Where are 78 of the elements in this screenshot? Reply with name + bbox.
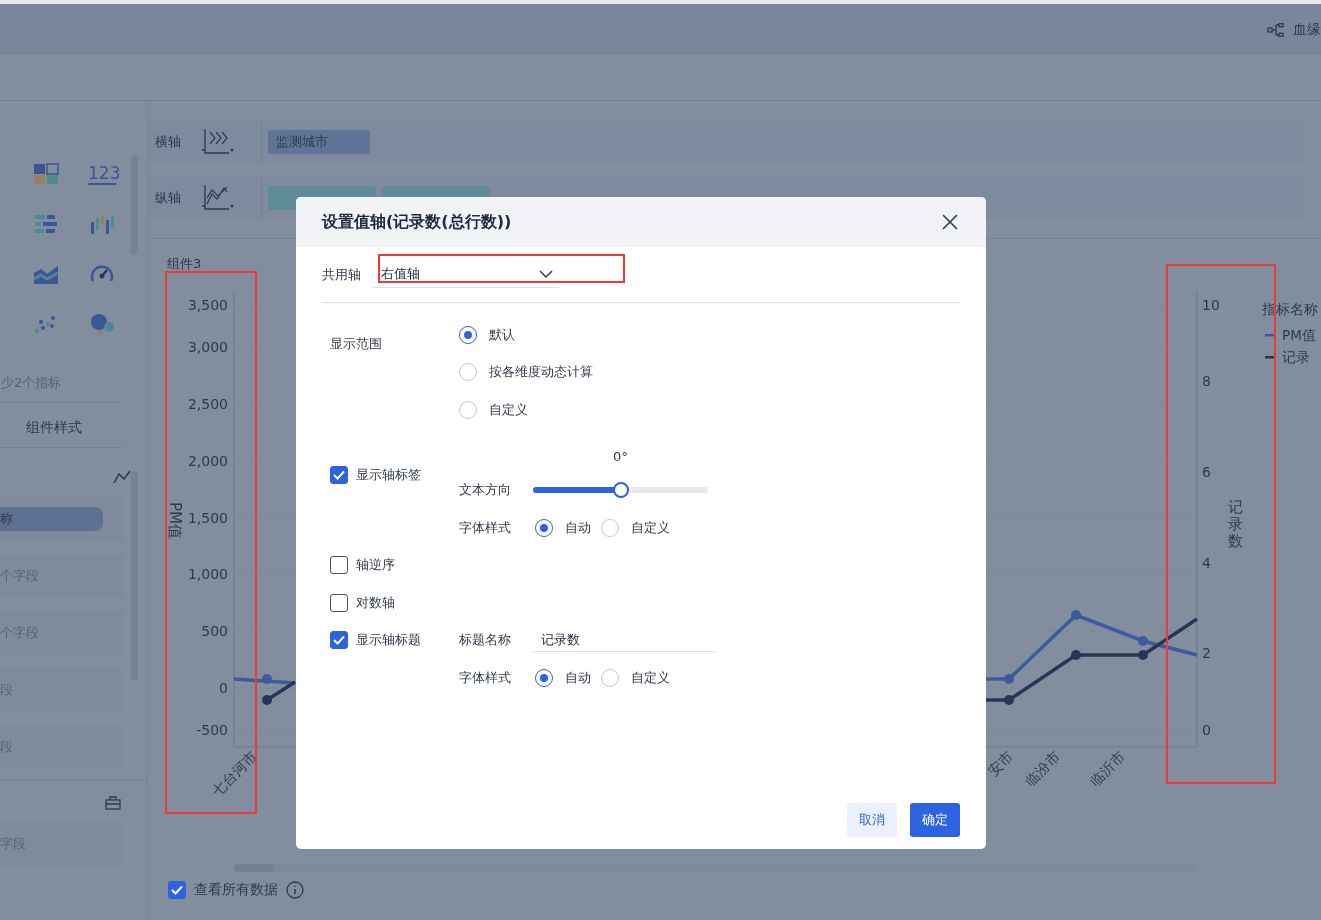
category-label: 安市 — [985, 747, 1017, 779]
checkbox[interactable] — [330, 466, 348, 485]
category-label: 临汾市 — [1022, 747, 1064, 789]
axis-tick-label: 10 — [1202, 297, 1220, 313]
axis-title: PM值 — [166, 502, 184, 539]
checkbox[interactable] — [330, 556, 348, 575]
x-axis-icon[interactable] — [201, 128, 235, 156]
line-chart-icon[interactable] — [113, 470, 131, 484]
checkbox-option[interactable]: 显示轴标签 — [330, 456, 459, 494]
category-label: 七台河市 — [209, 747, 261, 799]
radio-button[interactable] — [459, 400, 477, 419]
axis-tick-label: 2 — [1202, 645, 1211, 661]
axis-tick-label: 0 — [219, 680, 228, 696]
info-icon[interactable] — [286, 881, 304, 899]
dialog-title: 设置值轴(记录数(总行数)) — [322, 211, 512, 233]
column-chart-icon[interactable] — [89, 213, 115, 235]
chevron-down-icon — [539, 270, 553, 278]
axis-tick-label: 1,500 — [187, 510, 228, 526]
radio-option[interactable]: 自定义 — [601, 668, 670, 687]
lineage-icon[interactable] — [1267, 22, 1285, 37]
legend-item[interactable]: 记录 — [1282, 349, 1310, 365]
toolbox-icon[interactable] — [105, 796, 121, 810]
radio-option[interactable]: 自动 — [535, 518, 591, 537]
tiles-icon[interactable] — [33, 163, 59, 185]
checkbox-option[interactable]: 显示轴标题 — [330, 621, 459, 659]
checkbox-option[interactable]: 轴逆序 — [330, 546, 459, 584]
field-label: 字体样式 — [459, 518, 511, 537]
axis-tick-label: 6 — [1202, 464, 1211, 480]
field-label: 显示范围 — [330, 336, 382, 351]
axis-label: 纵轴 — [155, 189, 182, 207]
axis-tick-label: 3,000 — [187, 339, 228, 355]
area-chart-icon[interactable] — [33, 263, 59, 285]
field-label: 共用轴 — [322, 265, 361, 284]
radio-option[interactable]: 自定义 — [459, 400, 528, 419]
checkbox[interactable] — [168, 881, 186, 899]
radio-button[interactable] — [459, 325, 477, 344]
field-label: 字体样式 — [459, 668, 511, 687]
axis-title: 记录数 — [1228, 498, 1243, 550]
axis-tick-label: 8 — [1202, 373, 1211, 389]
field-label: 称 — [0, 507, 103, 531]
cancel-button[interactable]: 取消 — [847, 803, 897, 837]
angle-value: 0° — [613, 449, 628, 465]
scrollbar-thumb[interactable] — [131, 471, 138, 681]
field-label: 标题名称 — [459, 631, 511, 650]
radio-button[interactable] — [535, 668, 553, 687]
axis-select[interactable]: 右值轴 — [373, 261, 559, 288]
checkbox[interactable] — [330, 631, 348, 650]
checkbox[interactable] — [330, 593, 348, 612]
radio-option[interactable]: 自动 — [535, 668, 591, 687]
bar-chart-icon[interactable] — [33, 213, 59, 235]
axis-tick-label: 3,500 — [187, 297, 228, 313]
radio-option[interactable]: 自定义 — [601, 518, 670, 537]
legend-item[interactable]: PM值 — [1282, 327, 1316, 343]
axis-tick-label: 2,500 — [187, 396, 228, 412]
radio-button[interactable] — [601, 668, 619, 687]
close-button[interactable] — [942, 214, 958, 230]
radio-option[interactable]: 默认 — [459, 325, 515, 344]
axis-tick-label: -500 — [196, 722, 228, 738]
confirm-button[interactable]: 确定 — [910, 803, 960, 837]
axis-tick-label: 500 — [201, 623, 228, 639]
bubble-chart-icon[interactable] — [89, 313, 115, 335]
category-label: 临沂市 — [1087, 747, 1129, 789]
checkbox-label: 查看所有数据 — [194, 881, 278, 899]
y-axis-icon[interactable] — [201, 184, 235, 212]
radio-button[interactable] — [601, 518, 619, 537]
axis-tick-label: 0 — [1202, 722, 1211, 738]
field-label: 文本方向 — [459, 481, 511, 500]
axis-tick-label: 2,000 — [187, 453, 228, 469]
slider-thumb[interactable] — [612, 482, 629, 499]
radio-button[interactable] — [535, 518, 553, 537]
axis-label: 横轴 — [155, 133, 182, 151]
checkbox-option[interactable]: 对数轴 — [330, 584, 459, 622]
axis-tick-label: 1,000 — [187, 566, 228, 582]
axis-tick-label: 4 — [1202, 555, 1211, 571]
section-tab[interactable]: 组件样式 — [26, 419, 147, 437]
radio-option[interactable]: 按各维度动态计算 — [459, 363, 593, 382]
radio-button[interactable] — [459, 363, 477, 382]
chart-title: 组件3 — [167, 256, 202, 271]
